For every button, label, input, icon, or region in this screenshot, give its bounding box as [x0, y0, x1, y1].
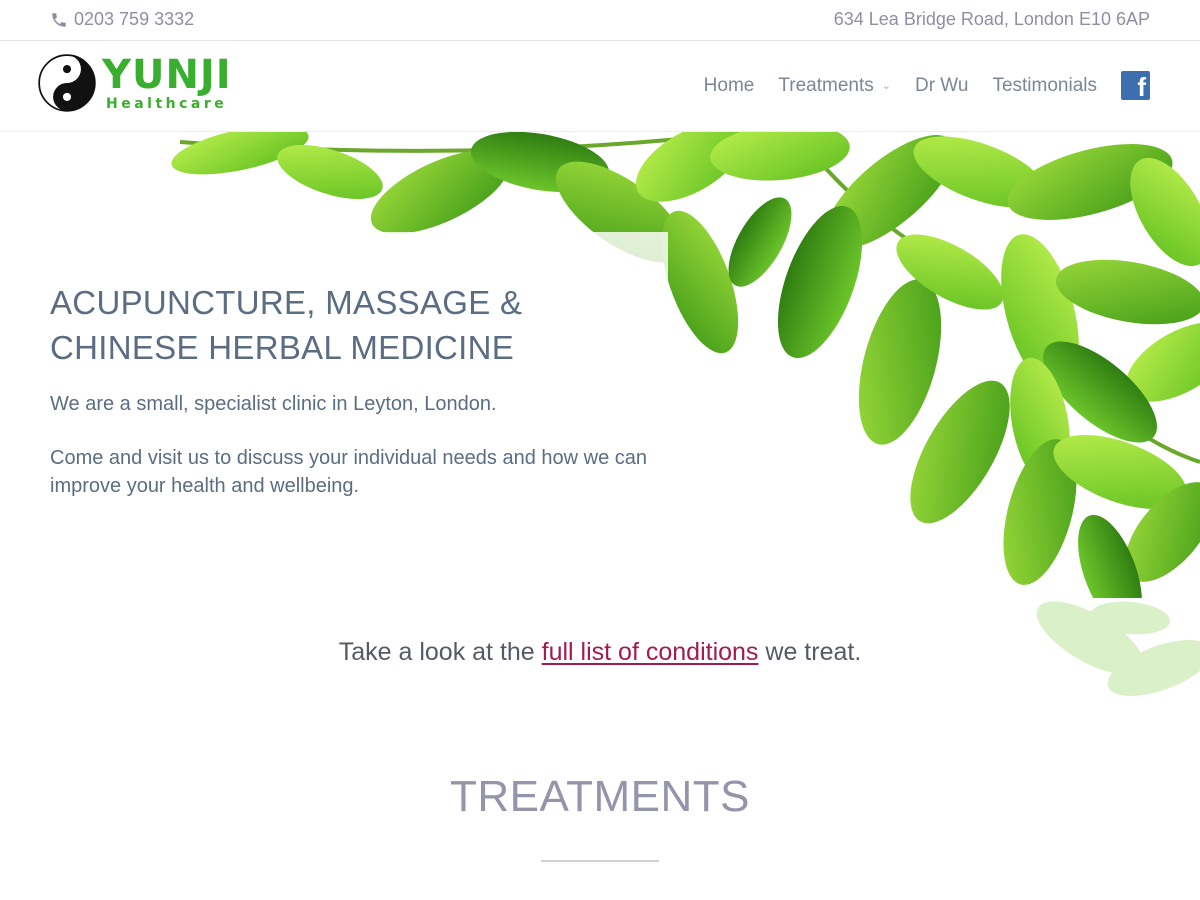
conditions-prefix: Take a look at the	[338, 638, 535, 666]
nav-treatments-label: Treatments	[778, 74, 874, 96]
phone-link[interactable]: 0203 759 3332	[50, 9, 194, 30]
hero-body-text: Come and visit us to discuss your indivi…	[50, 447, 647, 497]
nav-home[interactable]: Home	[704, 75, 755, 97]
conditions-callout: Take a look at the full list of conditio…	[0, 638, 1200, 667]
brand-tagline: Healthcare	[106, 96, 228, 112]
hero-section: ACUPUNCTURE, MASSAGE & CHINESE HERBAL ME…	[0, 132, 1200, 598]
clinic-address: 634 Lea Bridge Road, London E10 6AP	[833, 9, 1150, 29]
brand-name: YUNJI	[102, 52, 232, 98]
site-logo[interactable]: YUNJI Healthcare	[38, 54, 232, 112]
nav-testimonials-label: Testimonials	[992, 74, 1097, 96]
top-bar: 0203 759 3332 634 Lea Bridge Road, Londo…	[0, 0, 1200, 41]
nav-dr-wu[interactable]: Dr Wu	[915, 75, 968, 97]
nav-treatments[interactable]: Treatments ⌄	[778, 75, 891, 97]
nav-testimonials[interactable]: Testimonials	[992, 75, 1097, 97]
main-nav: Home Treatments ⌄ Dr Wu Testimonials f	[680, 71, 1150, 100]
site-header: YUNJI Healthcare Home Treatments ⌄ Dr Wu …	[0, 41, 1200, 132]
phone-icon	[52, 12, 66, 27]
section-divider	[541, 860, 659, 862]
nav-dr-wu-label: Dr Wu	[914, 74, 969, 96]
treatments-heading: TREATMENTS	[450, 772, 750, 821]
facebook-icon[interactable]: f	[1121, 71, 1150, 100]
conditions-link[interactable]: full list of conditions	[542, 638, 759, 666]
chevron-down-icon: ⌄	[881, 80, 891, 92]
hero-title: ACUPUNCTURE, MASSAGE & CHINESE HERBAL ME…	[50, 284, 523, 366]
conditions-suffix: we treat.	[765, 638, 862, 666]
phone-number[interactable]: 0203 759 3332	[74, 9, 194, 30]
hero-intro-text: We are a small, specialist clinic in Ley…	[50, 393, 497, 415]
nav-home-label: Home	[703, 74, 755, 96]
yin-yang-icon	[38, 54, 96, 112]
